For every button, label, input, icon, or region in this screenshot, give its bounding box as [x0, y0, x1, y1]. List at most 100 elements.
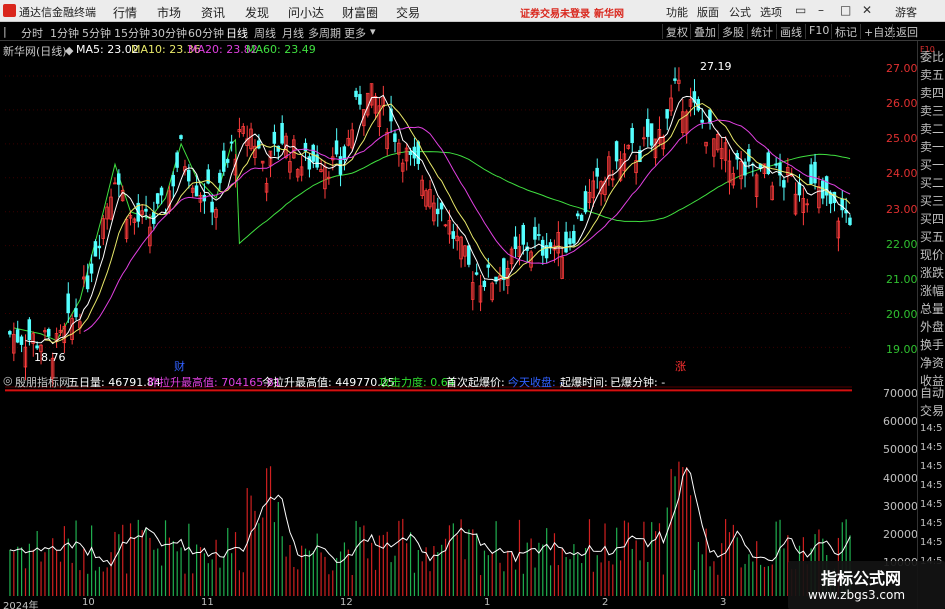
legend-toggle-icon[interactable]: ◆ [65, 44, 73, 57]
candle-body [533, 226, 537, 240]
candle-body [614, 141, 619, 162]
candle-body [354, 90, 358, 98]
sidebar-time-1: 14:5 [920, 423, 943, 434]
candle-body [797, 182, 802, 196]
candle-body [117, 173, 121, 185]
candle-body [159, 187, 164, 196]
candle-body [502, 258, 506, 280]
menu-caifuquan[interactable]: 财富圈 [342, 4, 378, 21]
btn-back[interactable]: 返回 [892, 24, 921, 39]
login-warning[interactable]: 证券交易未登录 [520, 5, 590, 20]
rise-event-marker[interactable]: 涨 [675, 358, 686, 374]
menu-faxian[interactable]: 发现 [245, 4, 269, 21]
candle-body [486, 264, 490, 268]
sidebar-item-turnover: 换手 [920, 338, 945, 352]
price-tick-20: 20.00 [886, 308, 918, 321]
candle-body [35, 345, 39, 349]
candle-body [540, 239, 545, 256]
menu-zixun[interactable]: 资讯 [201, 4, 225, 21]
indicator-field-jintianshoupan: 今天收盘: - [508, 376, 564, 389]
candle-body [435, 208, 440, 215]
minimize-icon[interactable]: – [818, 3, 824, 17]
volume-tick-40000: 40000 [883, 472, 918, 485]
price-axis: 27.00 26.00 25.00 24.00 23.00 22.00 21.0… [860, 41, 918, 609]
btn-diejia[interactable]: 叠加 [690, 24, 719, 39]
sidebar-item-netasset: 净资 [920, 356, 945, 370]
sidebar-time-5: 14:5 [920, 499, 943, 510]
candle-body [194, 185, 199, 197]
sidebar-item-auto[interactable]: 自动 [920, 384, 944, 401]
candle-body [665, 109, 669, 119]
menu-shichang[interactable]: 市场 [157, 4, 181, 21]
candle-body [155, 193, 160, 204]
close-icon[interactable]: ✕ [862, 3, 872, 17]
indicator-field-qibaoshijian: 起爆时间: - [560, 376, 616, 389]
btn-duogu[interactable]: 多股 [718, 24, 747, 39]
kline-chart-area[interactable] [0, 41, 915, 609]
btn-f10[interactable]: F10 [805, 24, 832, 39]
ma60-label: MA60: 23.49 [246, 43, 316, 56]
candle-body [89, 263, 94, 274]
sidebar-item-sell4: 卖四 [920, 86, 945, 100]
candle-body [467, 245, 471, 265]
candle-body [575, 213, 580, 217]
indicator-field-jinlasheng: 今拉升最高值: 449770.25 [262, 376, 395, 389]
candle-body [311, 144, 315, 162]
candle-body [482, 280, 487, 287]
btn-huaxian[interactable]: 画线 [776, 24, 805, 39]
period-monthly[interactable]: 月线 [282, 25, 304, 41]
sidebar-item-sell5: 卖五 [920, 68, 945, 82]
candle-body [179, 135, 183, 139]
candle-body [537, 234, 541, 236]
indicator-field-wuriliang: 五日量: 46791.84 [68, 376, 161, 389]
menu-banmian[interactable]: 版面 [697, 4, 719, 20]
more-chevron-icon[interactable]: ▾ [370, 25, 376, 38]
period-1min[interactable]: 1分钟 [50, 25, 79, 41]
finance-event-marker[interactable]: 财 [174, 358, 185, 374]
indicator-field-qibaojia: 首次起爆价: - [446, 376, 513, 389]
candle-body [840, 198, 844, 211]
period-fenshi[interactable]: 分时 [21, 25, 43, 41]
candle-body [474, 272, 479, 275]
collapse-icon[interactable]: | [3, 25, 7, 38]
btn-biaoji[interactable]: 标记 [831, 24, 860, 39]
indicator-toggle-icon[interactable]: ◎ [3, 374, 13, 387]
period-60min[interactable]: 60分钟 [188, 25, 224, 41]
period-30min[interactable]: 30分钟 [151, 25, 187, 41]
candle-body [583, 191, 588, 213]
btn-fuquan[interactable]: 复权 [662, 24, 691, 39]
period-weekly[interactable]: 周线 [254, 25, 276, 41]
menu-gongshi[interactable]: 公式 [729, 4, 751, 20]
ma5-label: MA5: 23.02 [76, 43, 139, 56]
app-title: 通达信金融终端 [19, 6, 96, 19]
period-daily[interactable]: 日线 [226, 25, 248, 41]
menu-wenxiaoda[interactable]: 问小达 [288, 4, 324, 21]
current-stock-name: 新华网 [594, 9, 624, 20]
period-15min[interactable]: 15分钟 [114, 25, 150, 41]
candle-body [342, 146, 347, 161]
candle-body [673, 78, 677, 81]
menu-hangqing[interactable]: 行情 [113, 4, 137, 21]
candle-body [848, 217, 852, 225]
watermark-url: www.zbgs3.com [808, 588, 906, 602]
sidebar-item-outer: 外盘 [920, 320, 945, 334]
sidebar-time-6: 14:5 [920, 518, 943, 529]
restore-icon[interactable]: ▭ [795, 3, 806, 17]
high-price-annotation: 27.19 [700, 60, 732, 73]
candle-body [774, 163, 778, 166]
candle-body [85, 275, 90, 290]
sidebar-item-sell1: 卖一 [920, 140, 945, 154]
period-more[interactable]: 更多 [344, 25, 366, 41]
menu-gongneng[interactable]: 功能 [666, 4, 688, 20]
menu-xuanxiang[interactable]: 选项 [760, 4, 782, 20]
guest-login-button[interactable]: 游客 [895, 4, 917, 20]
maximize-icon[interactable]: □ [840, 3, 851, 17]
stock-period-label: 新华网(日线) [3, 45, 67, 58]
candle-body [222, 150, 226, 172]
period-multi[interactable]: 多周期 [308, 25, 341, 41]
indicator-name[interactable]: 殷朋指标网 [15, 374, 70, 390]
btn-tongji[interactable]: 统计 [747, 24, 776, 39]
sidebar-item-trade[interactable]: 交易 [920, 402, 944, 419]
menu-jiaoyi[interactable]: 交易 [396, 4, 420, 21]
period-5min[interactable]: 5分钟 [82, 25, 111, 41]
